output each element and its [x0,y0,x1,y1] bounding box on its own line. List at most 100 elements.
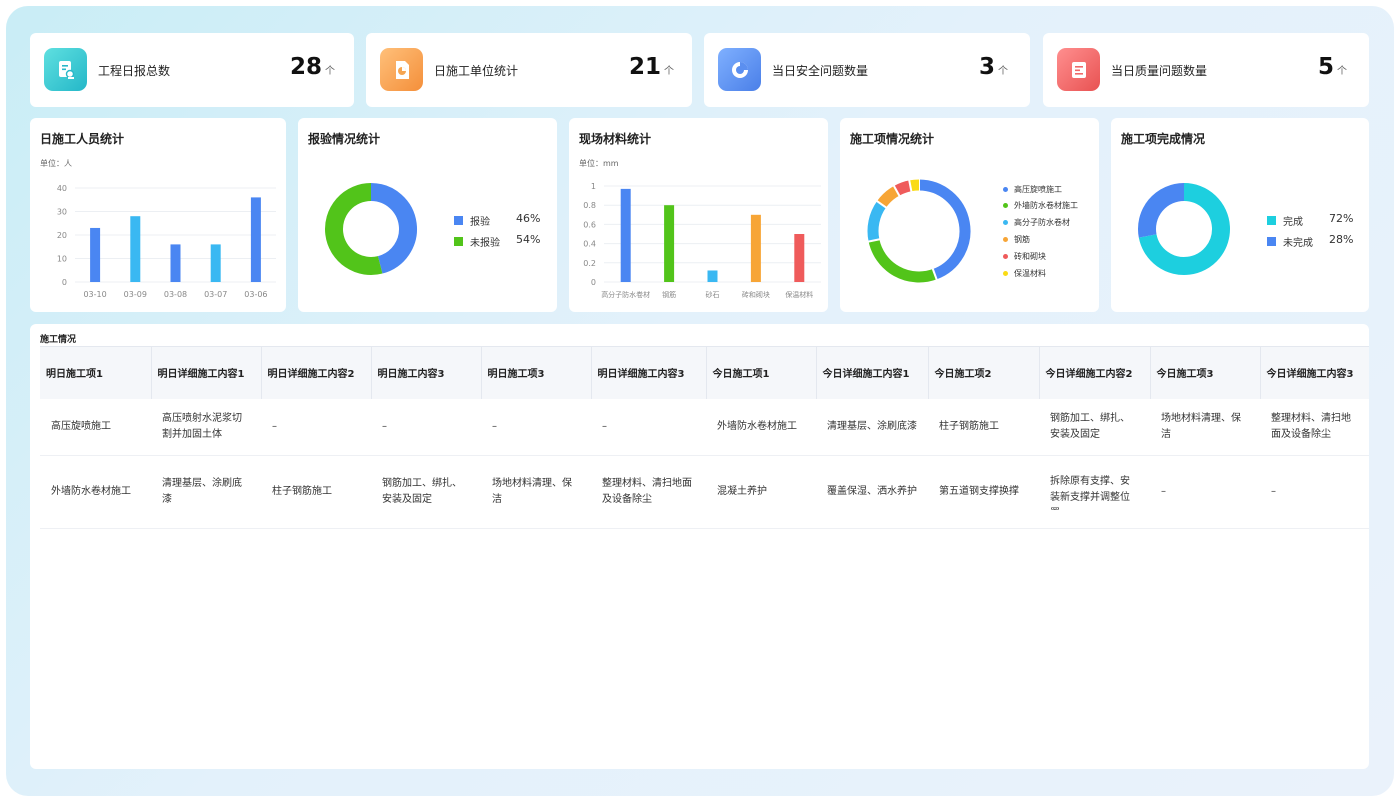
report-doc-icon [44,48,87,91]
legend-swatch [454,237,463,246]
cell-text: – [602,420,607,432]
legend-label: 外墙防水卷材施工 [1014,201,1078,210]
bar [170,244,181,282]
table-cell: 钢筋加工、绑扎、安装及固定 [371,455,481,529]
bar [90,227,101,282]
x-tick-label: 高分子防水卷材 [601,290,650,299]
legend-item[interactable]: 外墙防水卷材施工 [1003,200,1078,211]
x-tick-label: 砂石 [706,290,720,299]
legend-value: 28% [1329,233,1354,246]
legend-item[interactable]: 钢筋 [1003,234,1030,245]
x-tick-label: 钢筋 [662,290,676,299]
column-header[interactable]: 明日详细施工内容3 [591,346,707,399]
cell-text: 混凝土养护 [717,486,767,497]
column-header[interactable]: 今日详细施工内容2 [1039,346,1151,399]
cell-text: 外墙防水卷材施工 [51,486,131,497]
table-cell: – [1150,455,1260,529]
x-tick-label: 保温材料 [785,290,813,299]
legend-swatch [1003,254,1008,259]
legend-swatch [1003,237,1008,242]
y-tick-label: 0.6 [583,220,596,229]
bar [210,244,221,282]
legend-label: 未报验 [470,238,500,249]
y-tick-label: 1 [591,182,596,191]
legend-item[interactable]: 未完成 [1267,234,1313,249]
cell-text: 清理基层、涂刷底漆 [827,420,917,432]
column-header[interactable]: 明日施工项3 [481,346,592,399]
y-tick-label: 10 [57,255,67,264]
legend-label: 完成 [1283,217,1303,228]
column-header[interactable]: 今日详细施工内容1 [816,346,929,399]
x-tick-label: 03-06 [244,290,267,299]
stat-label: 当日质量问题数量 [1111,64,1208,78]
y-tick-label: 0 [62,278,67,287]
x-tick-label: 砖和砌块 [742,290,770,299]
table-cell: 场地材料清理、保洁 [481,455,591,529]
table-row[interactable]: 高压旋喷施工 高压喷射水泥浆切割并加固土体 – – – – 外墙防水卷材施工 清… [40,398,1369,456]
table-cell: 拆除原有支撑、安装新支撑并调整位置 [1039,455,1150,529]
column-header[interactable]: 今日施工项2 [928,346,1040,399]
table-cell: 柱子钢筋施工 [261,455,371,529]
cell-text: 清理基层、涂刷底漆 [162,478,242,505]
column-header[interactable]: 今日施工项1 [706,346,817,399]
cell-text: 柱子钢筋施工 [939,420,999,432]
legend-value: 46% [516,212,541,225]
table-cell: 高压喷射水泥浆切割并加固土体 [151,398,261,456]
y-tick-label: 0 [591,278,596,287]
x-tick-label: 03-10 [83,290,106,299]
table-row[interactable]: 外墙防水卷材施工 清理基层、涂刷底漆 柱子钢筋施工 钢筋加工、绑扎、安装及固定 … [40,455,1369,529]
legend-label: 保温材料 [1014,269,1046,278]
legend-item[interactable]: 高压旋喷施工 [1003,184,1062,195]
table-cell: 清理基层、涂刷底漆 [816,398,928,456]
table-cell: 整理材料、清扫地面及设备除尘 [591,455,706,529]
legend-item[interactable]: 砖和砌块 [1003,251,1046,262]
y-tick-label: 0.8 [583,201,596,210]
legend-swatch [1003,203,1008,208]
legend-item[interactable]: 完成 [1267,213,1303,228]
donut-slice [893,180,912,196]
materials-chart-panel: 现场材料统计 单位：mm 0 0.2 0.4 0.6 0.8 1 高分子防水卷材 钢筋 砂石 砖和… [569,118,828,312]
bar [707,270,718,282]
legend-item[interactable]: 保温材料 [1003,268,1046,279]
donut-slice [867,201,887,242]
table-cell: 钢筋加工、绑扎、安装及固定 [1039,398,1150,456]
legend-item[interactable]: 报验 [454,213,490,228]
bar [794,234,805,282]
legend-item[interactable]: 未报验 [454,234,500,249]
stat-card-reports[interactable]: 工程日报总数 28 个 [30,33,354,107]
stat-unit: 个 [664,66,675,77]
table-cell: 柱子钢筋施工 [928,398,1039,456]
legend-swatch [1003,220,1008,225]
column-header[interactable]: 今日详细施工内容3 [1260,346,1369,399]
bar [250,197,261,282]
column-header[interactable]: 明日详细施工内容1 [151,346,262,399]
donut-slice [325,183,383,275]
donut-slice [877,185,900,208]
legend-swatch [1003,271,1008,276]
donut-slice [868,239,937,283]
table-cell: 外墙防水卷材施工 [706,398,816,456]
legend-item[interactable]: 高分子防水卷材 [1003,217,1070,228]
stat-card-units[interactable]: 日施工单位统计 21 个 [366,33,692,107]
table-cell: – [261,398,371,456]
table-cell: – [481,398,591,456]
stat-card-safety[interactable]: 当日安全问题数量 3个 [704,33,1030,107]
stat-value: 3 [979,54,996,80]
y-tick-label: 0.4 [583,240,596,249]
stat-label: 当日安全问题数量 [772,64,869,78]
x-tick-label: 03-08 [164,290,187,299]
cell-text: 场地材料清理、保洁 [492,478,572,505]
stat-card-quality[interactable]: 当日质量问题数量 5个 [1043,33,1369,107]
bar [620,188,631,282]
column-header[interactable]: 今日施工项3 [1150,346,1261,399]
column-header[interactable]: 明日施工项1 [40,346,152,399]
column-header[interactable]: 明日详细施工内容2 [261,346,372,399]
column-header[interactable]: 明日施工内容3 [371,346,482,399]
items-chart-panel: 施工项情况统计 高压旋喷施工 外墙防水卷材施工 高分子防水卷材 钢筋 砖和砌块 … [840,118,1099,312]
x-tick-label: 03-07 [204,290,227,299]
inspection-chart-panel: 报验情况统计 报验 46% 未报验 54% [298,118,557,312]
cell-text: 覆盖保湿、洒水养护 [827,486,917,497]
legend-label: 未完成 [1283,238,1313,249]
doc-list-icon [1057,48,1100,91]
table-cell: – [591,398,706,456]
